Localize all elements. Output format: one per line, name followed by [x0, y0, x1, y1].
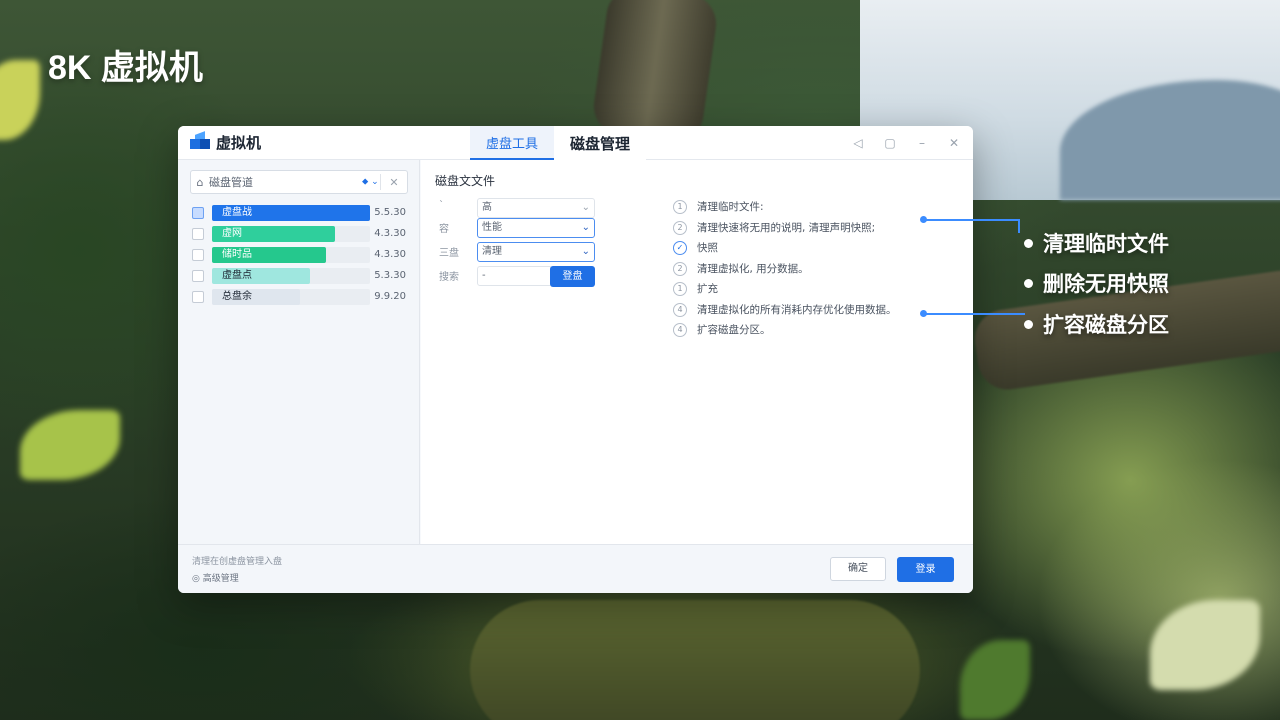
disk-checkbox[interactable] [192, 228, 204, 240]
step-item: 4 扩容磁盘分区。 [673, 323, 963, 344]
disk-size: 4.3.30 [374, 249, 406, 260]
minimize-icon[interactable]: – [915, 136, 929, 150]
search-box[interactable]: ⌂ 磁盘管道 ⬥ ⌄ ✕ [190, 170, 408, 194]
form-label: 搜索 [439, 272, 459, 283]
feature-expand-partition: 扩容磁盘分区 [1024, 309, 1169, 339]
restore-icon[interactable]: ▢ [883, 136, 897, 150]
disk-size: 5.3.30 [374, 270, 406, 281]
chevron-down-icon: ⌄ [581, 202, 590, 213]
step-text: 清理虚拟化, 用分数据。 [697, 262, 809, 275]
step-text: 清理快速将无用的说明, 清理声明快照; [697, 221, 876, 234]
disk-row[interactable]: 虚盘点 5.3.30 [192, 267, 408, 285]
search-value[interactable]: 磁盘管道 [209, 174, 362, 190]
disk-name: 储时品 [222, 249, 252, 260]
step-number-icon: 1 [673, 200, 687, 214]
disk-row[interactable]: 储时品 4.3.30 [192, 246, 408, 264]
disk-row[interactable]: 虚网 4.3.30 [192, 225, 408, 243]
disk-name: 总盘余 [222, 291, 252, 302]
footer-hint: 清理在创虚盘管理入盘 [192, 557, 283, 567]
window-footer: 清理在创虚盘管理入盘 ◎ 高级管理 确定 登录 [178, 544, 973, 593]
step-item: ✓ 快照 [673, 241, 963, 262]
form-row-mode: 容 性能 ⌄ [439, 218, 599, 238]
headline: 8K 虚拟机 [48, 49, 203, 87]
step-number-icon: 1 [673, 282, 687, 296]
disk-name: 虚盘战 [222, 207, 252, 218]
form-label: 三盘 [439, 248, 459, 259]
disk-row[interactable]: 总盘余 9.9.20 [192, 288, 408, 306]
advanced-link[interactable]: ◎ 高级管理 [192, 571, 239, 584]
chevron-down-icon: ⌄ [581, 246, 590, 257]
step-item: 2 清理虚拟化, 用分数据。 [673, 261, 963, 283]
sidebar: ⌂ 磁盘管道 ⬥ ⌄ ✕ 虚盘战 5.5.30 虚网 4.3.30 储时品 4.3.30 虚… [178, 160, 420, 544]
disk-checkbox[interactable] [192, 207, 204, 219]
mode-select[interactable]: 性能 ⌄ [477, 218, 595, 238]
login-button[interactable]: 登录 [897, 557, 954, 582]
step-number-icon: ✓ [673, 241, 687, 255]
clear-icon[interactable]: ✕ [381, 176, 407, 189]
form-row-action: 三盘 清理 ⌄ [439, 242, 599, 262]
disk-checkbox[interactable] [192, 249, 204, 261]
home-icon: ⌂ [196, 175, 204, 189]
step-number-icon: 4 [673, 302, 687, 317]
bullet-icon [1024, 278, 1033, 288]
disk-row[interactable]: 虚盘战 5.5.30 [192, 204, 408, 222]
main-panel: 磁盘文文件 ˋ 高 ⌄ 容 性能 ⌄ 三盘 清理 ⌄ 搜索 - 登盘 1 清理临时文件:… [421, 160, 973, 544]
tab-bar: 虚盘工具 磁盘管理 [470, 126, 647, 160]
feature-clean-temp: 清理临时文件 [1024, 228, 1169, 258]
disk-name: 虚盘点 [222, 270, 252, 281]
level-select[interactable]: 高 ⌄ [477, 198, 595, 218]
vm-window: 虚拟机 虚盘工具 磁盘管理 ◁ ▢ – ✕ ⌂ 磁盘管道 ⬥ ⌄ ✕ 虚盘战 5.… [178, 126, 973, 593]
tab-disk-tools[interactable]: 虚盘工具 [470, 126, 555, 160]
step-text: 快照 [697, 242, 718, 254]
disk-name: 虚网 [222, 228, 242, 239]
disk-size: 5.5.30 [374, 207, 406, 218]
form-row-level: ˋ 高 ⌄ [439, 198, 599, 218]
app-title: 虚拟机 [216, 134, 262, 152]
disk-checkbox[interactable] [192, 270, 204, 282]
form-label: 容 [439, 224, 449, 235]
bullet-icon [1024, 319, 1033, 329]
step-number-icon: 2 [673, 220, 687, 235]
step-text: 扩容磁盘分区。 [697, 324, 771, 336]
app-logo: 虚拟机 [190, 130, 262, 153]
step-list: 1 清理临时文件: 2 清理快速将无用的说明, 清理声明快照; ✓ 快照 2 清理虚拟化, 用… [673, 200, 963, 344]
disk-checkbox[interactable] [192, 291, 204, 303]
search-field[interactable]: - [477, 266, 553, 286]
close-icon[interactable]: ✕ [947, 136, 961, 150]
callout-line [1018, 219, 1020, 233]
step-item: 1 扩充 [673, 282, 963, 303]
title-bar: 虚拟机 虚盘工具 磁盘管理 ◁ ▢ – ✕ [178, 126, 973, 160]
dropdown-icon[interactable]: ⬥ ⌄ [362, 177, 380, 187]
disk-size: 9.9.20 [374, 291, 406, 302]
cube-logo-icon [190, 130, 210, 153]
form-label: ˋ [439, 200, 444, 211]
bullet-icon [1024, 238, 1033, 248]
disk-size: 4.3.30 [374, 228, 406, 239]
step-text: 清理临时文件: [697, 201, 764, 213]
action-select[interactable]: 清理 ⌄ [477, 242, 595, 262]
step-item: 2 清理快速将无用的说明, 清理声明快照; [673, 220, 963, 242]
confirm-button[interactable]: 确定 [830, 557, 886, 581]
speaker-icon[interactable]: ◁ [851, 136, 865, 150]
chevron-down-icon: ⌄ [581, 222, 590, 233]
window-controls: ◁ ▢ – ✕ [851, 126, 961, 160]
tab-disk-management[interactable]: 磁盘管理 [554, 126, 647, 160]
callout-line [925, 219, 1020, 221]
step-number-icon: 2 [673, 261, 687, 276]
step-number-icon: 4 [673, 323, 687, 337]
feature-delete-snapshots: 删除无用快照 [1024, 268, 1169, 298]
step-text: 扩充 [697, 283, 718, 295]
section-title: 磁盘文文件 [435, 174, 496, 188]
callout-line [925, 313, 1025, 315]
step-text: 清理虚拟化的所有消耗内存优化使用数据。 [697, 303, 897, 316]
apply-button[interactable]: 登盘 [550, 266, 595, 287]
